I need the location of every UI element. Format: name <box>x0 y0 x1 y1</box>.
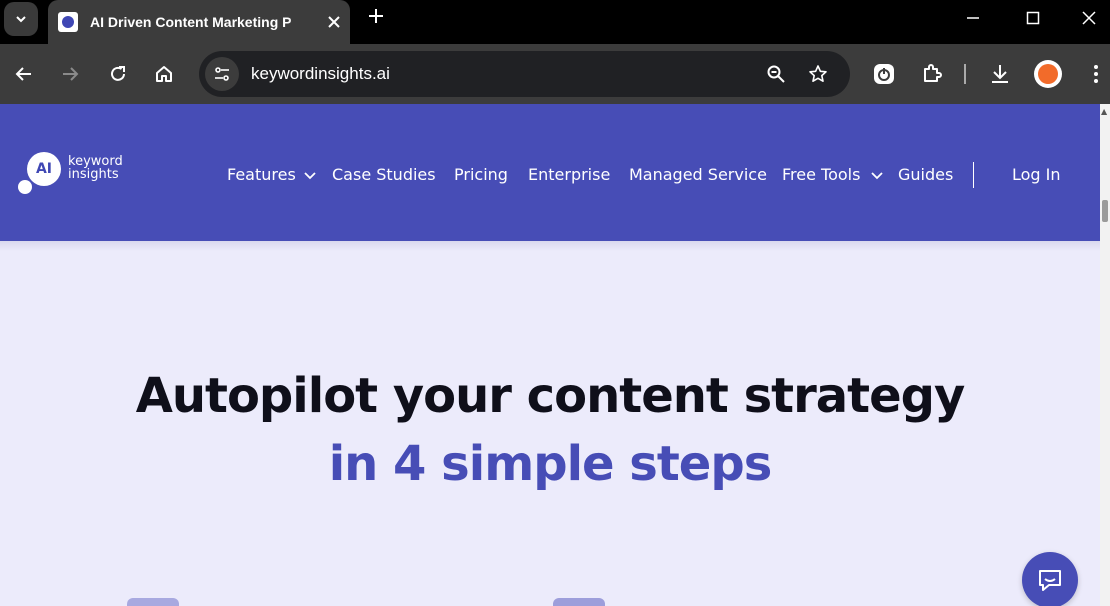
plus-icon <box>369 9 383 23</box>
site-favicon-icon <box>58 12 78 32</box>
step-2-icon <box>553 598 605 606</box>
chat-launcher-button[interactable] <box>1022 552 1078 606</box>
arrow-left-icon <box>15 67 31 81</box>
toolbar-separator <box>964 64 966 84</box>
minimize-window-button[interactable] <box>958 6 988 30</box>
browser-tab-active[interactable]: AI Driven Content Marketing P <box>48 0 350 44</box>
extension-power-button[interactable] <box>868 58 900 90</box>
site-logo[interactable]: AI keyword insights <box>18 152 138 198</box>
maximize-icon <box>1026 11 1040 25</box>
nav-divider <box>973 162 974 188</box>
nav-item-guides[interactable]: Guides <box>898 164 953 186</box>
nav-item-case-studies[interactable]: Case Studies <box>332 164 436 186</box>
tab-close-button[interactable] <box>328 13 340 32</box>
chat-icon <box>1039 570 1061 591</box>
logo-text: keyword insights <box>68 155 123 181</box>
maximize-window-button[interactable] <box>1018 6 1048 30</box>
nav-item-enterprise[interactable]: Enterprise <box>528 164 610 186</box>
arrow-right-icon <box>63 67 79 81</box>
url-text[interactable]: keywordinsights.ai <box>251 64 390 84</box>
nav-item-free-tools[interactable]: Free Tools <box>782 164 860 186</box>
power-icon <box>874 64 894 84</box>
reload-button[interactable] <box>102 58 134 90</box>
tab-title: AI Driven Content Marketing P <box>90 14 292 30</box>
close-icon <box>328 15 340 28</box>
step-1-icon <box>127 598 179 606</box>
tune-icon <box>215 67 229 81</box>
logo-text-insights: insights <box>68 167 119 182</box>
login-link[interactable]: Log In <box>1012 164 1061 186</box>
hero-subtitle: in 4 simple steps <box>328 436 773 492</box>
chevron-down-icon[interactable] <box>303 168 317 182</box>
site-header: AI keyword insights Features Case Studie… <box>0 104 1100 241</box>
logo-mark: AI <box>27 152 61 186</box>
nav-item-pricing[interactable]: Pricing <box>454 164 508 186</box>
extensions-button[interactable] <box>916 58 948 90</box>
puzzle-icon <box>924 64 942 82</box>
zoom-icon <box>767 65 785 83</box>
close-window-button[interactable] <box>1074 6 1104 30</box>
download-icon <box>992 65 1008 83</box>
minimize-icon <box>967 17 979 19</box>
new-tab-button[interactable] <box>364 6 388 30</box>
zoom-button[interactable] <box>764 62 788 86</box>
star-icon <box>809 65 827 82</box>
chevron-down-icon[interactable] <box>870 168 884 182</box>
downloads-button[interactable] <box>984 58 1016 90</box>
bookmark-button[interactable] <box>806 62 830 86</box>
back-button[interactable] <box>8 58 40 90</box>
chevron-down-icon <box>16 16 26 23</box>
site-info-button[interactable] <box>205 57 239 91</box>
scroll-up-icon[interactable]: ▲ <box>1101 108 1109 116</box>
tab-search-button[interactable] <box>4 2 38 36</box>
home-icon <box>156 66 172 82</box>
browser-menu-button[interactable] <box>1080 58 1110 90</box>
address-bar[interactable]: keywordinsights.ai <box>199 51 850 97</box>
hero-title: Autopilot your content strategy <box>135 368 966 424</box>
browser-toolbar: keywordinsights.ai <box>0 44 1110 104</box>
close-icon <box>1082 11 1096 25</box>
header-shadow <box>0 241 1100 251</box>
profile-avatar[interactable] <box>1034 60 1062 88</box>
nav-item-managed-service[interactable]: Managed Service <box>629 164 767 186</box>
reload-icon <box>111 66 125 81</box>
page-scrollbar[interactable] <box>1100 104 1110 606</box>
nav-item-features[interactable]: Features <box>227 164 296 186</box>
browser-tab-bar: AI Driven Content Marketing P <box>0 0 1110 44</box>
kebab-menu-icon <box>1094 65 1098 83</box>
logo-dot <box>18 180 32 194</box>
forward-button[interactable] <box>54 58 86 90</box>
home-button[interactable] <box>148 58 180 90</box>
scrollbar-thumb[interactable] <box>1102 200 1108 222</box>
